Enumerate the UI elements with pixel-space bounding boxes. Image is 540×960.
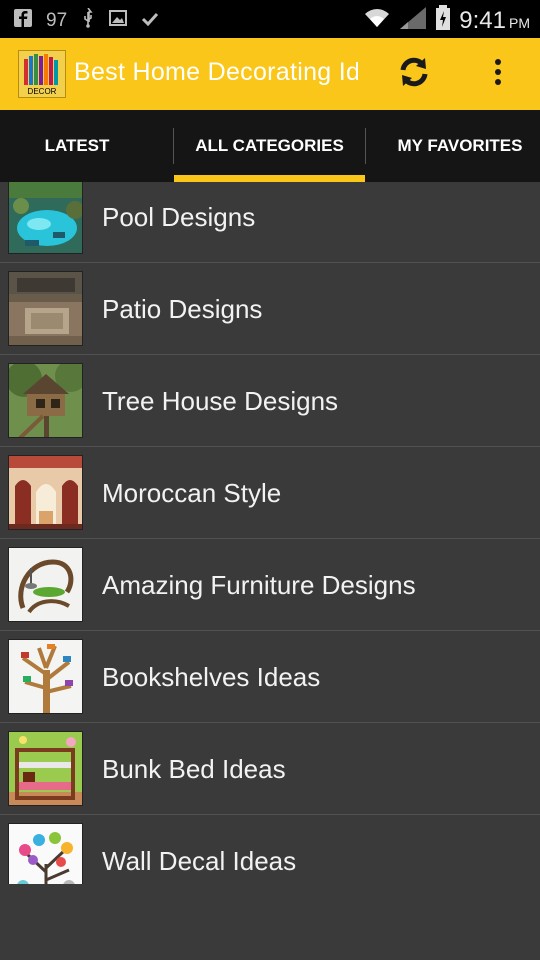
category-label: Bookshelves Ideas: [102, 662, 321, 692]
selected-tab-indicator: [174, 175, 365, 182]
list-item[interactable]: Bookshelves Ideas: [0, 631, 540, 723]
bunk-bed-thumbnail: [8, 731, 83, 806]
facebook-icon: [14, 9, 32, 33]
category-label: Wall Decal Ideas: [102, 846, 297, 876]
action-bar: DECOR Best Home Decorating Ideas: [0, 38, 540, 110]
image-icon: [109, 10, 128, 32]
patio-thumbnail: [8, 271, 83, 346]
category-label: Amazing Furniture Designs: [102, 570, 416, 600]
wifi-icon: [363, 7, 391, 34]
tree-bookshelf-thumbnail: [8, 639, 83, 714]
usb-icon: [81, 7, 95, 34]
battery-icon: [435, 5, 451, 36]
tab-bar: LATEST ALL CATEGORIES MY FAVORITES: [0, 110, 540, 182]
category-label: Moroccan Style: [102, 478, 282, 508]
tab-divider: [365, 128, 366, 164]
list-item[interactable]: Bunk Bed Ideas: [0, 723, 540, 815]
category-label: Pool Designs: [102, 202, 256, 232]
app-title: Best Home Decorating Ideas: [74, 58, 358, 86]
curved-chair-thumbnail: [8, 547, 83, 622]
list-item[interactable]: Wall Decal Ideas: [0, 815, 540, 884]
tab-latest[interactable]: LATEST: [0, 110, 154, 182]
logo-text: DECOR: [28, 87, 57, 96]
category-label: Patio Designs: [102, 294, 263, 324]
app-logo[interactable]: DECOR: [18, 50, 66, 98]
check-icon: [141, 10, 159, 32]
list-item[interactable]: Amazing Furniture Designs: [0, 539, 540, 631]
moroccan-room-thumbnail: [8, 455, 83, 530]
overflow-menu-icon: [493, 58, 503, 91]
list-item[interactable]: Tree House Designs: [0, 355, 540, 447]
pool-thumbnail: [8, 182, 83, 254]
notification-count: 97: [46, 10, 68, 31]
tab-all-categories[interactable]: ALL CATEGORIES: [174, 110, 365, 182]
list-item[interactable]: Moroccan Style: [0, 447, 540, 539]
overflow-menu-button[interactable]: [470, 38, 526, 110]
signal-icon: [399, 6, 427, 35]
refresh-button[interactable]: [380, 38, 448, 110]
category-label: Bunk Bed Ideas: [102, 754, 286, 784]
list-item[interactable]: Patio Designs: [0, 263, 540, 355]
list-item[interactable]: Pool Designs: [0, 182, 540, 263]
category-list[interactable]: Pool Designs Patio Designs Tree House De…: [0, 182, 540, 884]
tree-house-thumbnail: [8, 363, 83, 438]
wall-decal-tree-thumbnail: [8, 823, 83, 884]
category-label: Tree House Designs: [102, 386, 339, 416]
refresh-icon: [397, 55, 431, 94]
status-bar: 97 9:41 PM: [0, 0, 540, 38]
status-clock: 9:41 PM: [459, 6, 530, 34]
tab-my-favorites[interactable]: MY FAVORITES: [380, 110, 540, 182]
